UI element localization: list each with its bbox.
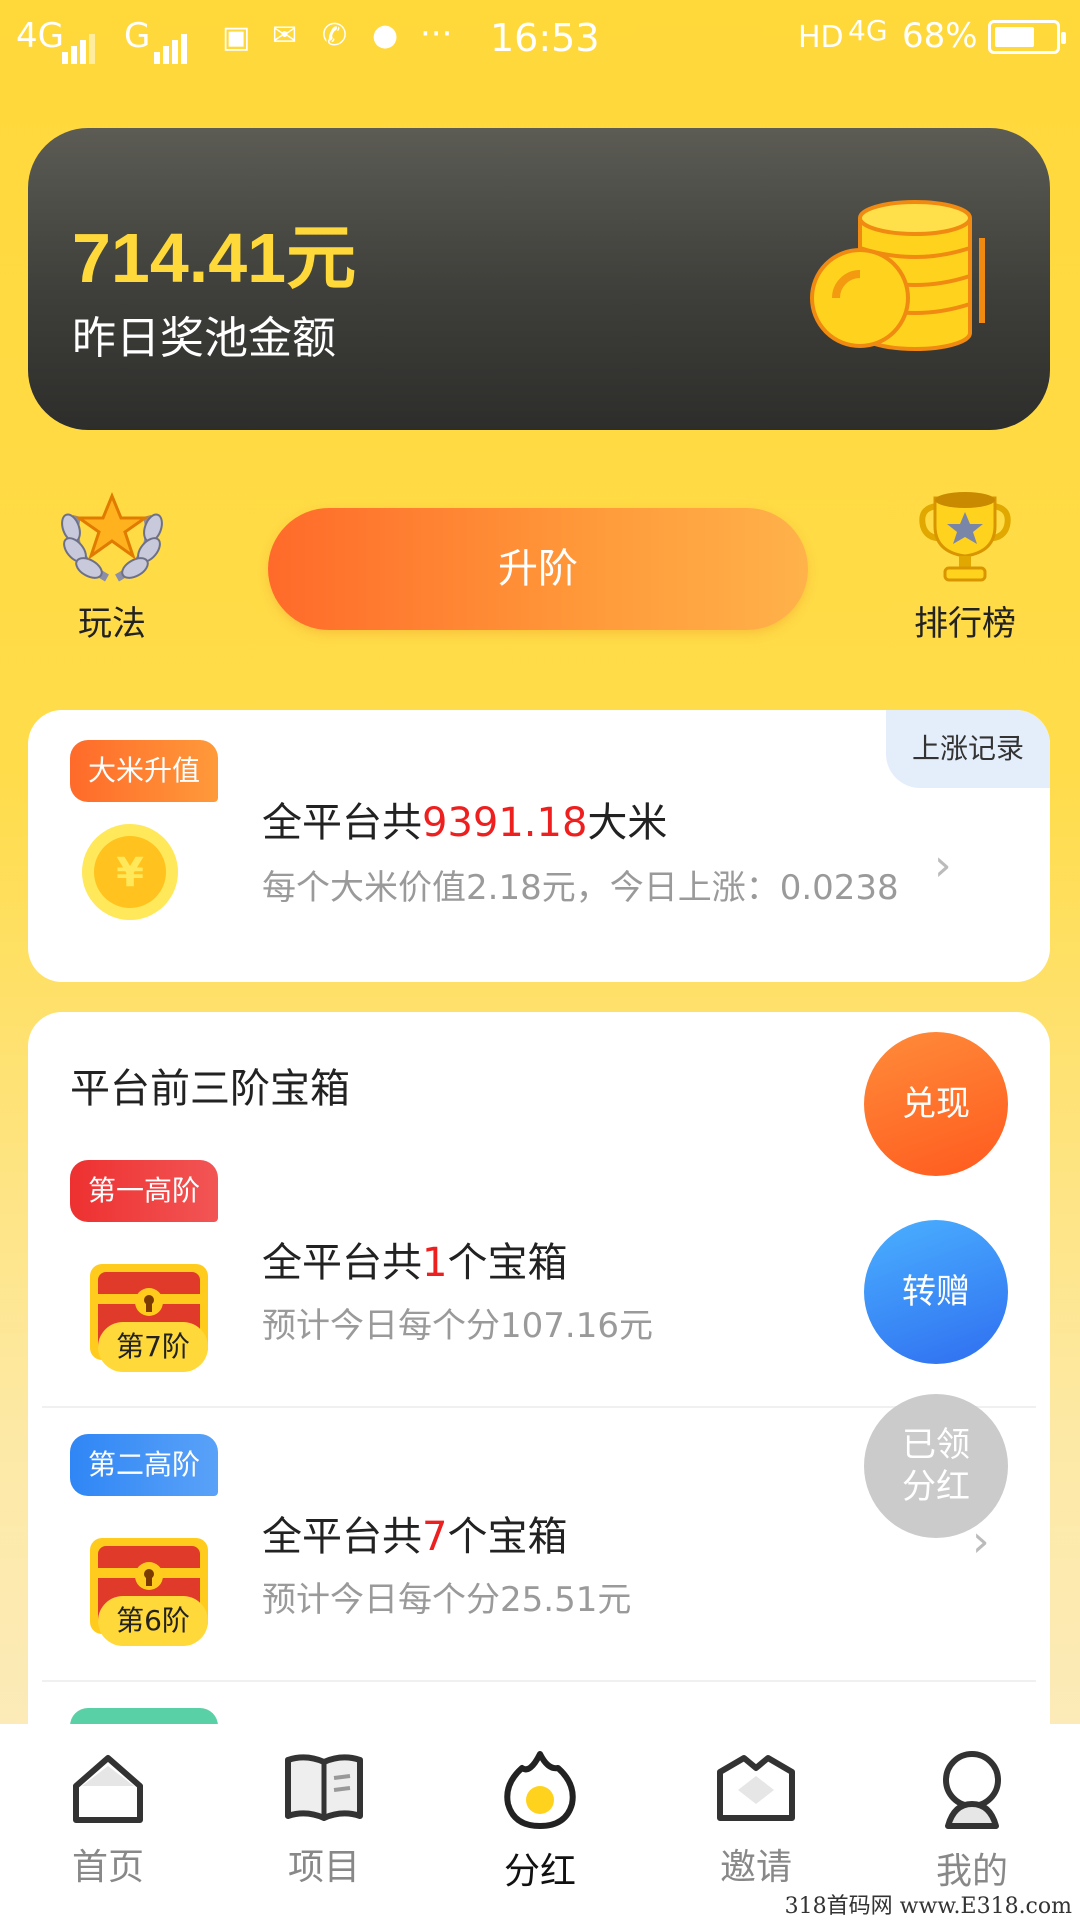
- user-icon: [943, 1751, 1001, 1829]
- home-icon: [73, 1755, 143, 1823]
- nav-item-projects[interactable]: 项目: [244, 1750, 404, 1890]
- signal-icon: [62, 24, 98, 64]
- rice-total-prefix: 全平台共: [262, 800, 422, 846]
- mail-icon: ✉: [272, 18, 298, 53]
- nav-item-home[interactable]: 首页: [28, 1750, 188, 1890]
- chest-heading: 平台前三阶宝箱: [70, 1066, 350, 1112]
- coin-symbol: ¥: [116, 850, 144, 896]
- flame-icon: [504, 1751, 576, 1829]
- pool-amount: 714.41元: [72, 219, 357, 297]
- network-label-3: 4G: [848, 14, 888, 47]
- tier-title: 全平台共1个宝箱: [262, 1230, 567, 1288]
- nav-label: 分红: [503, 1851, 576, 1892]
- network-label-2: G: [124, 16, 151, 56]
- rules-entry[interactable]: 玩法: [52, 486, 172, 645]
- tier-estimate: 预计今日每个分107.16元: [262, 1306, 653, 1346]
- claimed-line-2: 分红: [902, 1467, 970, 1507]
- laurel-star-icon: [61, 492, 163, 582]
- rice-total: 全平台共9391.18大米: [262, 790, 667, 848]
- message-icon: ●: [372, 18, 399, 53]
- nav-label: 项目: [287, 1847, 360, 1888]
- tier-title-suffix: 个宝箱: [447, 1514, 568, 1560]
- nav-item-invite[interactable]: 邀请: [676, 1750, 836, 1890]
- rice-total-value: 9391.18: [422, 800, 588, 846]
- network-label: 4G: [16, 16, 64, 56]
- nav-label: 首页: [71, 1847, 144, 1888]
- tier-title-prefix: 全平台共: [262, 1514, 422, 1560]
- nav-label: 邀请: [719, 1847, 792, 1888]
- sim-icon: ▣: [222, 20, 251, 55]
- claimed-line-1: 已领: [902, 1425, 970, 1465]
- signal-icon-2: [154, 24, 190, 64]
- clock: 16:53: [490, 16, 600, 60]
- status-bar: 4G G ▣ ✉ ✆ ● ··· 16:53 HD 4G 68%: [0, 0, 1080, 76]
- trophy-icon: [919, 492, 1011, 582]
- watermark: 318首码网 www.E318.com: [784, 1894, 1072, 1919]
- claimed-dividend-button[interactable]: 已领 分红: [864, 1394, 1008, 1538]
- chevron-right-icon: ›: [934, 840, 952, 891]
- coin-stack-icon: [810, 200, 985, 351]
- chest-level: 第6阶: [98, 1596, 208, 1646]
- bottom-nav: 首页 项目 分红 邀请 我的 318首码网 www.E318.com: [0, 1724, 1080, 1920]
- leaderboard-entry[interactable]: 排行榜: [900, 486, 1030, 645]
- tier-title-value: 7: [422, 1514, 448, 1560]
- battery-percent: 68%: [902, 16, 978, 56]
- rice-total-suffix: 大米: [587, 800, 668, 846]
- yuan-coin-icon: ¥: [82, 824, 178, 920]
- upgrade-button[interactable]: 升阶: [268, 508, 808, 630]
- leaderboard-label: 排行榜: [914, 604, 1016, 644]
- chest-level: 第7阶: [98, 1322, 208, 1372]
- tier-estimate: 预计今日每个分25.51元: [262, 1580, 632, 1620]
- rise-history-tab[interactable]: 上涨记录: [886, 710, 1050, 788]
- tier-badge: 第二高阶: [70, 1434, 218, 1496]
- rice-price-info: 每个大米价值2.18元，今日上涨：0.0238: [262, 868, 899, 908]
- tier-title-prefix: 全平台共: [262, 1240, 422, 1286]
- tier-badge: 第一高阶: [70, 1160, 218, 1222]
- rice-badge: 大米升值: [70, 740, 218, 802]
- tier-title-value: 1: [422, 1240, 448, 1286]
- prize-pool-card: 714.41元 昨日奖池金额: [28, 128, 1050, 430]
- hd-label: HD: [798, 20, 844, 55]
- cash-out-button[interactable]: 兑现: [864, 1032, 1008, 1176]
- rules-label: 玩法: [78, 604, 146, 644]
- envelope-icon: [717, 1755, 795, 1821]
- phone-icon: ✆: [322, 18, 348, 53]
- nav-label: 我的: [935, 1851, 1008, 1892]
- rice-value-card[interactable]: 大米升值 上涨记录 ¥ 全平台共9391.18大米 每个大米价值2.18元，今日…: [28, 710, 1050, 982]
- pool-label: 昨日奖池金额: [72, 313, 336, 364]
- battery-icon: [988, 20, 1066, 54]
- book-icon: [285, 1754, 363, 1821]
- battery-fill: [995, 27, 1034, 47]
- divider: [42, 1406, 1036, 1408]
- tier-title-suffix: 个宝箱: [447, 1240, 568, 1286]
- nav-item-dividend[interactable]: 分红: [460, 1750, 620, 1894]
- more-icon: ···: [420, 14, 453, 54]
- nav-item-profile[interactable]: 我的: [892, 1750, 1052, 1894]
- tier-title: 全平台共7个宝箱: [262, 1504, 567, 1562]
- divider: [42, 1680, 1036, 1682]
- gift-transfer-button[interactable]: 转赠: [864, 1220, 1008, 1364]
